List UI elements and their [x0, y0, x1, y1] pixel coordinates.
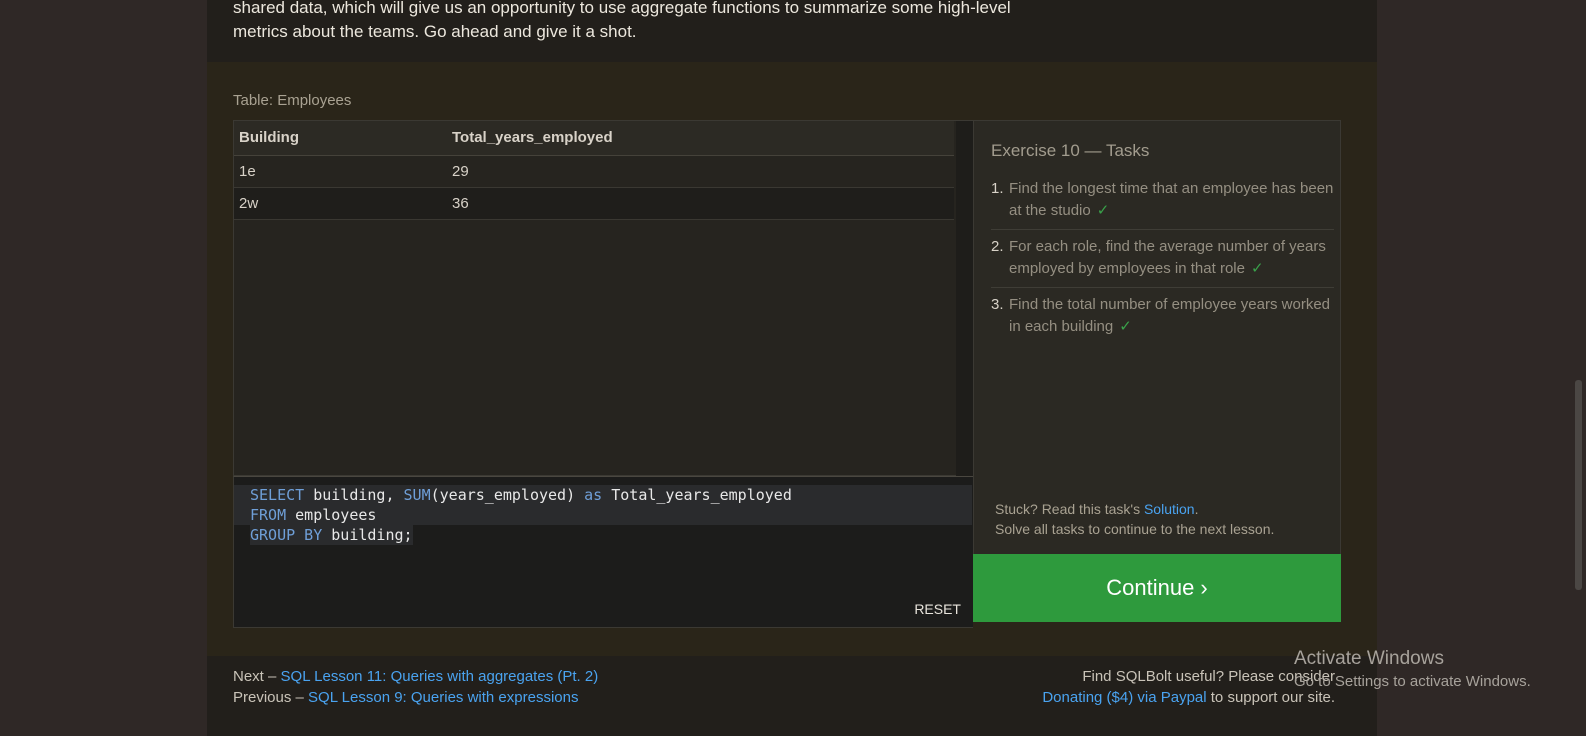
useful-text: Find SQLBolt useful? Please consider	[1082, 668, 1335, 685]
table-caption: Table: Employees	[233, 92, 352, 109]
code-keyword: GROUP BY	[250, 526, 323, 544]
intro-line-2: metrics about the teams. Go ahead and gi…	[233, 22, 637, 41]
code-line-3: GROUP BY building;	[250, 525, 413, 545]
code-line-1: SELECT building, SUM(years_employed) as …	[250, 485, 792, 505]
tasks-title: Exercise 10 — Tasks	[991, 141, 1150, 160]
next-lesson-link[interactable]: SQL Lesson 11: Queries with aggregates (…	[281, 668, 599, 685]
lesson-nav: Next – SQL Lesson 11: Queries with aggre…	[233, 666, 598, 708]
donate-link[interactable]: Donating ($4) via Paypal	[1042, 689, 1206, 706]
results-table: Building Total_years_employed 1e 29 2w 3…	[234, 121, 954, 220]
task-item: 1. Find the longest time that an employe…	[991, 175, 1334, 230]
continue-button[interactable]: Continue ›	[973, 554, 1341, 622]
code-line-2: FROM employees	[250, 505, 376, 525]
prev-prefix: Previous –	[233, 689, 309, 706]
lesson-footer: Next – SQL Lesson 11: Queries with aggre…	[207, 656, 1377, 736]
table-row: 1e 29	[234, 155, 954, 188]
windows-activation-watermark: Activate Windows Go to Settings to activ…	[1294, 648, 1531, 693]
task-item: 2. For each role, find the average numbe…	[991, 233, 1334, 288]
page-column: shared data, which will give us an oppor…	[207, 0, 1377, 736]
column-header-total-years: Total_years_employed	[447, 121, 954, 156]
next-prefix: Next –	[233, 668, 281, 685]
table-cell: 2w	[234, 187, 447, 220]
sql-editor[interactable]: SELECT building, SUM(years_employed) as …	[233, 476, 973, 628]
code-keyword: SUM	[403, 486, 431, 504]
task-text: Find the total number of employee years …	[1009, 296, 1330, 335]
reset-button[interactable]: RESET	[914, 601, 961, 617]
code-text: (years_employed)	[430, 486, 585, 504]
stuck-suffix: .	[1194, 501, 1199, 517]
previous-lesson-link[interactable]: SQL Lesson 9: Queries with expressions	[308, 689, 578, 706]
watermark-title: Activate Windows	[1294, 648, 1444, 669]
table-row: 2w 36	[234, 187, 954, 220]
code-text: building;	[322, 526, 413, 544]
task-item: 3. Find the total number of employee yea…	[991, 291, 1334, 345]
checkmark-icon: ✓	[1250, 260, 1264, 277]
code-text: employees	[286, 506, 377, 524]
donate-note: Find SQLBolt useful? Please consider Don…	[1042, 666, 1335, 708]
results-panel: Building Total_years_employed 1e 29 2w 3…	[233, 120, 973, 477]
code-text: Total_years_employed	[602, 486, 792, 504]
exercise-area: Table: Employees Building Total_years_em…	[207, 62, 1377, 656]
code-keyword: FROM	[250, 506, 287, 524]
stuck-help: Stuck? Read this task's Solution. Solve …	[995, 499, 1274, 539]
stuck-text: Stuck? Read this task's	[995, 501, 1144, 517]
code-text: building,	[304, 486, 404, 504]
column-header-building: Building	[234, 121, 447, 156]
intro-text: shared data, which will give us an oppor…	[233, 0, 1053, 44]
task-text: For each role, find the average number o…	[1009, 238, 1326, 277]
task-number: 2.	[991, 238, 1004, 255]
task-number: 3.	[991, 296, 1004, 313]
lesson-intro: shared data, which will give us an oppor…	[207, 0, 1377, 62]
table-header-row: Building Total_years_employed	[234, 121, 954, 156]
page-scrollbar[interactable]	[1567, 0, 1586, 736]
task-text: Find the longest time that an employee h…	[1009, 180, 1334, 219]
table-cell: 29	[447, 155, 954, 188]
intro-line-1: shared data, which will give us an oppor…	[233, 0, 1011, 17]
results-scrollbar[interactable]	[956, 121, 973, 477]
watermark-subtitle: Go to Settings to activate Windows.	[1294, 673, 1531, 690]
table-cell: 36	[447, 187, 954, 220]
table-cell: 1e	[234, 155, 447, 188]
tasks-list: 1. Find the longest time that an employe…	[991, 175, 1334, 348]
solution-link[interactable]: Solution	[1144, 501, 1195, 517]
checkmark-icon: ✓	[1119, 318, 1132, 335]
checkmark-icon: ✓	[1096, 202, 1110, 219]
task-number: 1.	[991, 180, 1004, 197]
code-keyword: as	[584, 486, 603, 504]
code-keyword: SELECT	[250, 486, 305, 504]
solve-all-text: Solve all tasks to continue to the next …	[995, 521, 1275, 537]
tasks-panel: Exercise 10 — Tasks 1. Find the longest …	[973, 120, 1341, 622]
page-scrollbar-thumb[interactable]	[1575, 380, 1582, 590]
